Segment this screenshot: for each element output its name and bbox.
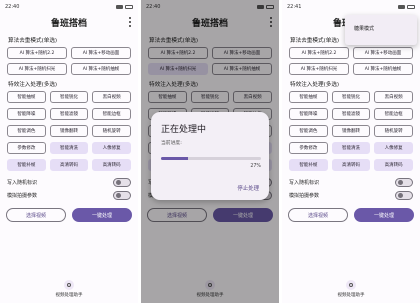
one-click-process-button[interactable]: 一键处理 xyxy=(72,208,132,222)
random-id-toggle[interactable] xyxy=(395,178,413,187)
signal-icon xyxy=(398,4,405,9)
effect-chip-selected[interactable]: 智能补帧 xyxy=(289,159,328,171)
algo-option[interactable]: AI 算法+随机2.2 xyxy=(289,47,349,59)
toggle-label: 写入随机标识 xyxy=(7,180,38,186)
bottom-nav-label: 视频处理助手 xyxy=(55,293,83,298)
bottom-nav[interactable]: 视频处理助手 xyxy=(282,280,420,298)
menu-item-candy-mode[interactable]: 糖果模式 xyxy=(354,25,374,32)
signal-icon xyxy=(116,4,123,9)
status-time: 22:40 xyxy=(5,3,20,10)
effects-section-title: 特效注入处理(多选) xyxy=(290,82,340,88)
effect-options: 智能抽帧 智能锐化 黑白视频 智能降噪 智能滤镜 智能边框 智能调色 镜像翻转 … xyxy=(282,91,420,171)
effect-chip[interactable]: 智能抽帧 xyxy=(289,91,328,103)
effect-chip[interactable]: 黑白视频 xyxy=(92,91,131,103)
battery-icon xyxy=(125,4,133,9)
status-bar: 22:41 xyxy=(282,0,420,13)
effect-chip[interactable]: 智能边框 xyxy=(92,108,131,120)
effect-chip-selected[interactable]: 智能清洗 xyxy=(49,142,89,154)
effect-chip-selected[interactable]: 人像修复 xyxy=(92,142,131,154)
algo-section-title: 算法去重模式(单选) xyxy=(8,38,58,44)
dialog-message: 当前进度: xyxy=(161,141,182,146)
screen-menu: 22:41 鲁班搭档 算法去重模式(单选) AI 算法+随机2.2 AI 算法+… xyxy=(282,0,420,303)
effect-chip-selected[interactable]: 智能补帧 xyxy=(7,159,46,171)
effect-chip-selected[interactable]: 高清转码 xyxy=(331,159,371,171)
bottom-nav[interactable]: 视频处理助手 xyxy=(0,280,138,298)
effect-chip[interactable]: 随机旋转 xyxy=(374,125,413,137)
dialog-title: 正在处理中 xyxy=(161,125,207,135)
screen-main: 22:40 鲁班搭档 算法去重模式(单选) AI 算法+随机2.2 AI 算法+… xyxy=(0,0,138,303)
algo-option[interactable]: AI 算法+移动画面 xyxy=(353,47,413,59)
battery-icon xyxy=(407,4,415,9)
screens-row: 22:40 鲁班搭档 算法去重模式(单选) AI 算法+随机2.2 AI 算法+… xyxy=(0,0,420,303)
effect-chip-selected[interactable]: 高清转码 xyxy=(374,159,413,171)
algo-option[interactable]: AI 算法+随机抽帧 xyxy=(353,63,413,75)
algo-options: AI 算法+随机2.2 AI 算法+移动画面 AI 算法+随机扫光 AI 算法+… xyxy=(282,47,420,75)
effect-chip[interactable]: 随机旋转 xyxy=(92,125,131,137)
effect-chip[interactable]: 镜像翻转 xyxy=(331,125,371,137)
effect-chip-selected[interactable]: 高清转码 xyxy=(92,159,131,171)
random-id-toggle[interactable] xyxy=(113,178,131,187)
toggle-row-shoot-params: 模拟拍摄参数 xyxy=(0,189,138,202)
overflow-menu: 糖果模式 xyxy=(345,15,417,45)
one-click-process-button[interactable]: 一键处理 xyxy=(354,208,414,222)
processing-dialog: 正在处理中 当前进度: 27% 停止处理 xyxy=(151,112,269,200)
toggle-row-shoot-params: 模拟拍摄参数 xyxy=(282,189,420,202)
algo-option[interactable]: AI 算法+随机抽帧 xyxy=(71,63,131,75)
assistant-icon[interactable] xyxy=(64,280,74,290)
app-bar: 鲁班搭档 xyxy=(0,13,138,31)
effect-chip-selected[interactable]: 智能清洗 xyxy=(331,142,371,154)
status-icons xyxy=(398,4,415,9)
effect-chip[interactable]: 黑白视频 xyxy=(374,91,413,103)
algo-option[interactable]: AI 算法+随机扫光 xyxy=(289,63,349,75)
progress-bar xyxy=(161,157,261,160)
more-menu-icon[interactable] xyxy=(128,16,132,28)
effect-chip-selected[interactable]: 高清转码 xyxy=(49,159,89,171)
select-video-button[interactable]: 选择视频 xyxy=(6,208,66,222)
status-icons xyxy=(116,4,133,9)
effect-chip[interactable]: 智能降噪 xyxy=(7,108,46,120)
screen-processing: 22:40 鲁班搭档 算法去重模式(单选) AI 算法+随机2.2 AI 算法+… xyxy=(141,0,279,303)
stop-processing-button[interactable]: 停止处理 xyxy=(237,184,259,192)
effect-chip[interactable]: 参数修改 xyxy=(7,142,46,154)
effect-chip-selected[interactable]: 人像修复 xyxy=(374,142,413,154)
effect-chip[interactable]: 智能抽帧 xyxy=(7,91,46,103)
algo-option[interactable]: AI 算法+移动画面 xyxy=(71,47,131,59)
progress-percent: 27% xyxy=(250,164,261,169)
algo-option[interactable]: AI 算法+随机2.2 xyxy=(7,47,67,59)
algo-option[interactable]: AI 算法+随机扫光 xyxy=(7,63,67,75)
effect-chip[interactable]: 参数修改 xyxy=(289,142,328,154)
effect-chip[interactable]: 智能调色 xyxy=(289,125,328,137)
app-title: 鲁班搭档 xyxy=(50,18,87,29)
effect-chip[interactable]: 智能滤镜 xyxy=(49,108,89,120)
effect-chip[interactable]: 智能边框 xyxy=(374,108,413,120)
toggle-label: 模拟拍摄参数 xyxy=(7,193,38,199)
select-video-button[interactable]: 选择视频 xyxy=(288,208,348,222)
shoot-params-toggle[interactable] xyxy=(113,191,131,200)
effect-options: 智能抽帧 智能锐化 黑白视频 智能降噪 智能滤镜 智能边框 智能调色 镜像翻转 … xyxy=(0,91,138,171)
status-time: 22:41 xyxy=(287,3,302,10)
effect-chip[interactable]: 智能锐化 xyxy=(331,91,371,103)
bottom-nav-label: 视频处理助手 xyxy=(337,293,365,298)
effect-chip[interactable]: 智能滤镜 xyxy=(331,108,371,120)
effect-chip[interactable]: 镜像翻转 xyxy=(49,125,89,137)
toggle-label: 模拟拍摄参数 xyxy=(289,193,320,199)
effect-chip[interactable]: 智能调色 xyxy=(7,125,46,137)
effects-section-title: 特效注入处理(多选) xyxy=(8,82,58,88)
progress-fill xyxy=(161,157,188,160)
shoot-params-toggle[interactable] xyxy=(395,191,413,200)
effect-chip[interactable]: 智能锐化 xyxy=(49,91,89,103)
toggle-label: 写入随机标识 xyxy=(289,180,320,186)
status-bar: 22:40 xyxy=(0,0,138,13)
action-buttons: 选择视频 一键处理 xyxy=(0,208,138,222)
algo-options: AI 算法+随机2.2 AI 算法+移动画面 AI 算法+随机扫光 AI 算法+… xyxy=(0,47,138,75)
action-buttons: 选择视频 一键处理 xyxy=(282,208,420,222)
toggle-row-random-id: 写入随机标识 xyxy=(282,176,420,189)
effect-chip[interactable]: 智能降噪 xyxy=(289,108,328,120)
assistant-icon[interactable] xyxy=(346,280,356,290)
toggle-row-random-id: 写入随机标识 xyxy=(0,176,138,189)
